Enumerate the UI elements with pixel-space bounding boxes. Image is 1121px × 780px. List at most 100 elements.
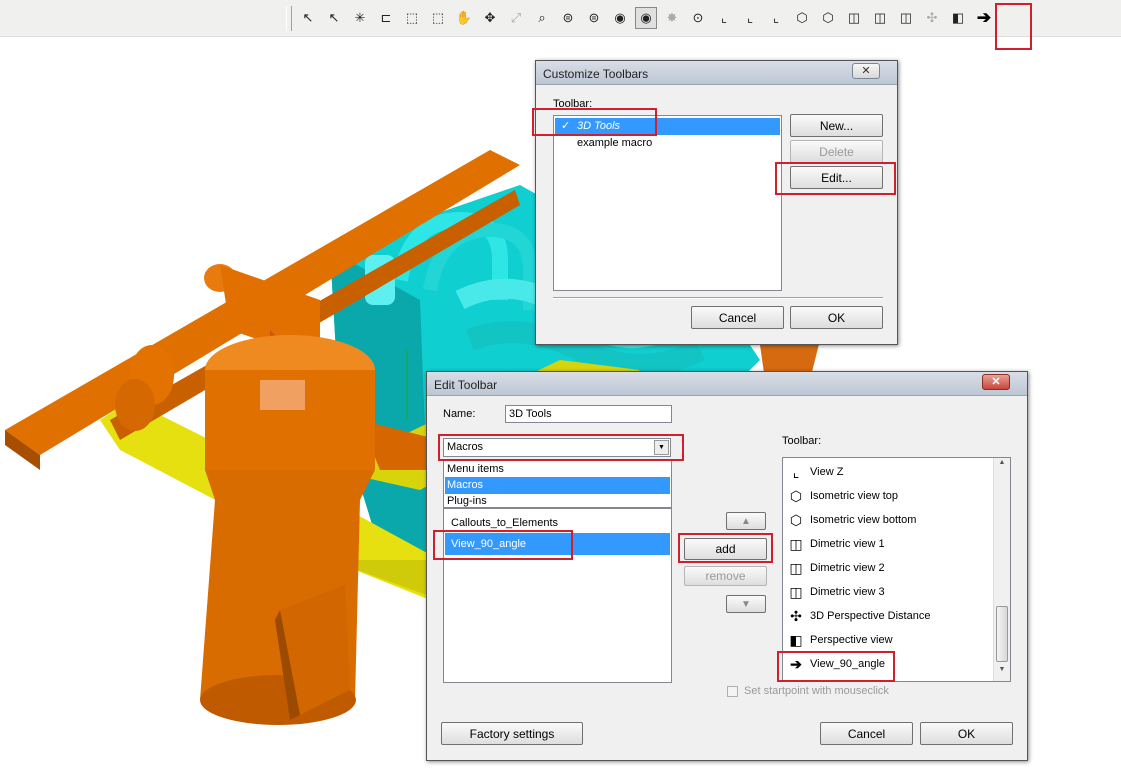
close-button[interactable]: ✕	[982, 374, 1010, 390]
view-z-icon[interactable]: ⌞	[765, 7, 787, 29]
toolbar-label: Toolbar:	[782, 435, 822, 447]
camera-icon[interactable]: ⊙	[687, 7, 709, 29]
list-item-label: 3D Tools	[577, 120, 621, 132]
remove-button[interactable]: remove	[684, 566, 767, 586]
explode-icon[interactable]: ✸	[661, 7, 683, 29]
scroll-thumb[interactable]	[996, 606, 1008, 662]
toolbar-item-label: Dimetric view 2	[810, 562, 885, 574]
toolbar-item-label: View Z	[810, 466, 844, 478]
new-button[interactable]: New...	[790, 114, 883, 137]
chevron-down-icon[interactable]: ▼	[654, 440, 669, 455]
perspective-distance-icon: ✣	[790, 607, 802, 624]
available-items-list[interactable]: Callouts_to_Elements View_90_angle	[443, 508, 672, 683]
list-item-callouts[interactable]: Callouts_to_Elements	[445, 514, 670, 532]
toolbar-list[interactable]: ✓ 3D Tools example macro	[553, 115, 782, 291]
delete-button[interactable]: Delete	[790, 140, 883, 163]
customize-toolbars-dialog: Customize Toolbars ✕ Toolbar: ✓ 3D Tools…	[535, 60, 898, 345]
list-item-example-macro[interactable]: example macro	[555, 135, 780, 152]
scrollbar[interactable]: ▲ ▼	[993, 458, 1010, 681]
isometric-top-icon: ⬡	[789, 487, 803, 504]
toolbar-item-label: Isometric view bottom	[810, 514, 917, 526]
toolbar-item[interactable]: ➔ View_90_angle	[786, 652, 992, 676]
dimetric1-icon[interactable]: ◫	[843, 7, 865, 29]
select-arrow-icon[interactable]: ↖	[297, 7, 319, 29]
name-label: Name:	[443, 408, 476, 420]
toolbar-grip[interactable]	[286, 6, 292, 31]
pan-cross-icon[interactable]: ✥	[479, 7, 501, 29]
toolbar-item[interactable]: ⬡ Isometric view top	[786, 484, 992, 508]
cancel-button[interactable]: Cancel	[691, 306, 784, 329]
zoom-icon[interactable]: ⌕	[531, 7, 553, 29]
isometric-bottom-icon[interactable]: ⬡	[817, 7, 839, 29]
category-select[interactable]: Macros ▼	[443, 438, 671, 457]
dialog-title: Edit Toolbar	[427, 372, 1027, 396]
edit-toolbar-dialog: Edit Toolbar ✕ Name: 3D Tools Macros ▼ M…	[426, 371, 1028, 761]
startpoint-label: Set startpoint with mouseclick	[744, 685, 889, 697]
list-item-3d-tools[interactable]: ✓ 3D Tools	[555, 118, 780, 135]
cylinder-icon[interactable]: ⊜	[583, 7, 605, 29]
move-box-icon[interactable]: ⬚	[401, 7, 423, 29]
isometric-top-icon[interactable]: ⬡	[791, 7, 813, 29]
dimetric3-icon: ◫	[789, 583, 803, 600]
cylinder-active-icon[interactable]: ◉	[635, 7, 657, 29]
category-selected-value: Macros	[447, 441, 484, 453]
scroll-up-icon[interactable]: ▲	[995, 459, 1009, 473]
cancel-button[interactable]: Cancel	[820, 722, 913, 745]
toolbar-item-label: Isometric view top	[810, 490, 899, 502]
toolbar-item[interactable]: ⌞ View Z	[786, 460, 992, 484]
rotate-hand-icon[interactable]: ✋	[453, 7, 475, 29]
list-item-label: example macro	[577, 137, 653, 149]
divider	[553, 297, 883, 299]
orange-cylinder	[200, 335, 375, 725]
perspective-view-icon: ◧	[789, 631, 803, 648]
edit-button[interactable]: Edit...	[790, 166, 883, 189]
option-macros[interactable]: Macros	[445, 477, 670, 494]
perspective-distance-icon[interactable]: ✣	[921, 7, 943, 29]
ok-button[interactable]: OK	[790, 306, 883, 329]
toolbar-item-label: Perspective view	[810, 634, 893, 646]
view-y-icon[interactable]: ⌞	[739, 7, 761, 29]
name-field[interactable]: 3D Tools	[505, 405, 672, 423]
add-button[interactable]: add	[684, 538, 767, 560]
scroll-down-icon[interactable]: ▼	[995, 666, 1009, 680]
measure-icon[interactable]: ⊏	[375, 7, 397, 29]
dimetric2-icon[interactable]: ◫	[869, 7, 891, 29]
toolbar-item-label: Dimetric view 1	[810, 538, 885, 550]
select-p-icon[interactable]: ↖	[323, 7, 345, 29]
cylinder-shaded-icon[interactable]: ◉	[609, 7, 631, 29]
move-down-button[interactable]: ▼	[726, 595, 766, 613]
startpoint-checkbox[interactable]	[727, 686, 738, 697]
perspective-view-icon[interactable]: ◧	[947, 7, 969, 29]
toolbar-items-list[interactable]: ⌞ View Z ⬡ Isometric view top ⬡ Isometric vie…	[782, 457, 1011, 682]
dimetric2-icon: ◫	[789, 559, 803, 576]
toolbar-item[interactable]: ✣ 3D Perspective Distance	[786, 604, 992, 628]
toolbar-item-label: 3D Perspective Distance	[810, 610, 931, 622]
toolbar-item[interactable]: ◫ Dimetric view 3	[786, 580, 992, 604]
toolbar-item-label: Dimetric view 3	[810, 586, 885, 598]
toolbar-item[interactable]: ◫ Dimetric view 1	[786, 532, 992, 556]
list-item-view-90-angle[interactable]: View_90_angle	[445, 533, 670, 555]
check-icon: ✓	[561, 120, 571, 132]
select-star-icon[interactable]: ✳	[349, 7, 371, 29]
dimetric1-icon: ◫	[789, 535, 803, 552]
cylinder-outline-icon[interactable]: ⊜	[557, 7, 579, 29]
factory-settings-button[interactable]: Factory settings	[441, 722, 583, 745]
category-options-list[interactable]: Menu items Macros Plug-ins	[443, 460, 672, 508]
move-box2-icon[interactable]: ⬚	[427, 7, 449, 29]
ok-button[interactable]: OK	[920, 722, 1013, 745]
toolbar-item[interactable]: ◫ Dimetric view 2	[786, 556, 992, 580]
toolbar-item[interactable]: ⬡ Isometric view bottom	[786, 508, 992, 532]
toolbar-item-label: View_90_angle	[810, 658, 886, 670]
application-window: ↖ ↖ ✳ ⊏ ⬚ ⬚ ✋ ✥ ⤢ ⌕ ⊜ ⊜ ◉ ◉ ✸ ⊙ ⌞ ⌞ ⌞ ⬡ ⬡ ◫ ◫ ◫ ✣ ◧ ➔ Customize To…	[0, 0, 1121, 780]
fit-icon[interactable]: ⤢	[505, 7, 527, 29]
dialog-title: Customize Toolbars	[536, 61, 897, 85]
view-90-angle-icon[interactable]: ➔	[973, 7, 995, 29]
option-menu-items[interactable]: Menu items	[445, 461, 670, 478]
close-button[interactable]: ✕	[852, 63, 880, 79]
view-x-icon[interactable]: ⌞	[713, 7, 735, 29]
dimetric3-icon[interactable]: ◫	[895, 7, 917, 29]
toolbar-item[interactable]: ◧ Perspective view	[786, 628, 992, 652]
view-90-angle-icon: ➔	[790, 655, 802, 672]
move-up-button[interactable]: ▲	[726, 512, 766, 530]
toolbar-label: Toolbar:	[553, 98, 593, 110]
